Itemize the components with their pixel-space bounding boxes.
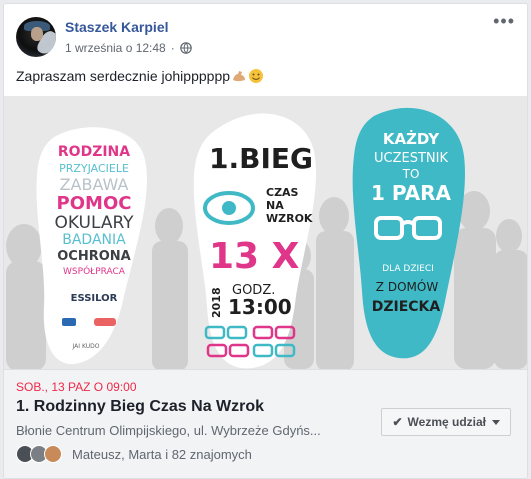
poster-dla-dzieci: DLA DZIECI (382, 264, 434, 274)
poster-year: 2018 (210, 287, 223, 318)
globe-icon[interactable] (179, 42, 192, 54)
author-name[interactable]: Staszek Karpiel (65, 19, 169, 35)
poster-word-wspolpraca: WSPÓŁPRACA (63, 265, 126, 277)
event-location: Błonie Centrum Olimpijskiego, ul. Wybrze… (16, 423, 321, 438)
chevron-down-icon (492, 419, 500, 425)
smiling-face-icon (249, 69, 264, 83)
post-timestamp[interactable]: 1 września o 12:48 (65, 41, 166, 55)
poster-word-zabawa: ZABAWA (60, 175, 129, 194)
poster-z-domow: Z DOMÓW (376, 279, 439, 294)
poster-word-przyjaciele: PRZYJACIELE (59, 162, 129, 175)
separator-dot: · (170, 41, 175, 55)
event-date: SOB., 13 PAZ O 09:00 (16, 380, 137, 394)
sponsor-logo-2 (94, 318, 116, 326)
friends-going-text: Mateusz, Marta i 82 znajomych (72, 446, 252, 462)
poster-repeat: 13 X (209, 236, 300, 277)
poster-small-text: JAI KUDO (72, 343, 100, 350)
poster-1-para: 1 PARA (371, 181, 452, 205)
going-button[interactable]: ✔ Wezmę udział (381, 408, 511, 436)
poster-word-ochrona: OCHRONA (57, 249, 130, 264)
flexed-biceps-icon (233, 71, 246, 82)
poster-dziecka: DZIECKA (372, 299, 441, 315)
event-cover-image[interactable]: RODZINA PRZYJACIELE ZABAWA POMOC OKULARY… (4, 96, 527, 369)
poster-word-okulary: OKULARY (54, 213, 134, 233)
poster-czas: CZAS (266, 186, 299, 199)
poster-sponsor-essilor: ESSILOR (71, 293, 118, 304)
going-button-label: Wezmę udział (407, 415, 486, 429)
friend-avatar[interactable] (44, 445, 62, 463)
author-avatar[interactable] (16, 17, 56, 57)
checkmark-icon: ✔ (392, 415, 403, 429)
sponsor-logo-1 (62, 318, 76, 326)
poster-to: TO (402, 167, 420, 181)
poster-title-bieg: 1.BIEG (209, 142, 313, 175)
poster-uczestnik: UCZESTNIK (374, 151, 448, 166)
poster-na: NA (266, 199, 284, 212)
poster-word-pomoc: POMOC (57, 193, 132, 214)
event-title[interactable]: 1. Rodzinny Bieg Czas Na Wzrok (16, 398, 264, 416)
event-friends-row: Mateusz, Marta i 82 znajomych (16, 445, 252, 463)
post-text: Zapraszam serdecznie johipppppp (16, 68, 231, 84)
post-text-row: Zapraszam serdecznie johipppppp (16, 68, 264, 84)
post-card: Staszek Karpiel 1 września o 12:48 · •••… (3, 3, 528, 479)
poster-word-badania: BADANIA (62, 232, 126, 248)
post-meta: 1 września o 12:48 · (65, 41, 192, 55)
event-details[interactable]: SOB., 13 PAZ O 09:00 1. Rodzinny Bieg Cz… (4, 369, 527, 478)
more-options-icon[interactable]: ••• (493, 12, 515, 30)
poster-hour: 13:00 (228, 295, 292, 319)
poster-word-rodzina: RODZINA (58, 144, 130, 160)
poster-wzrok: WZROK (266, 212, 313, 225)
poster-kazdy: KAŻDY (383, 129, 440, 148)
event-poster: RODZINA PRZYJACIELE ZABAWA POMOC OKULARY… (4, 96, 527, 369)
